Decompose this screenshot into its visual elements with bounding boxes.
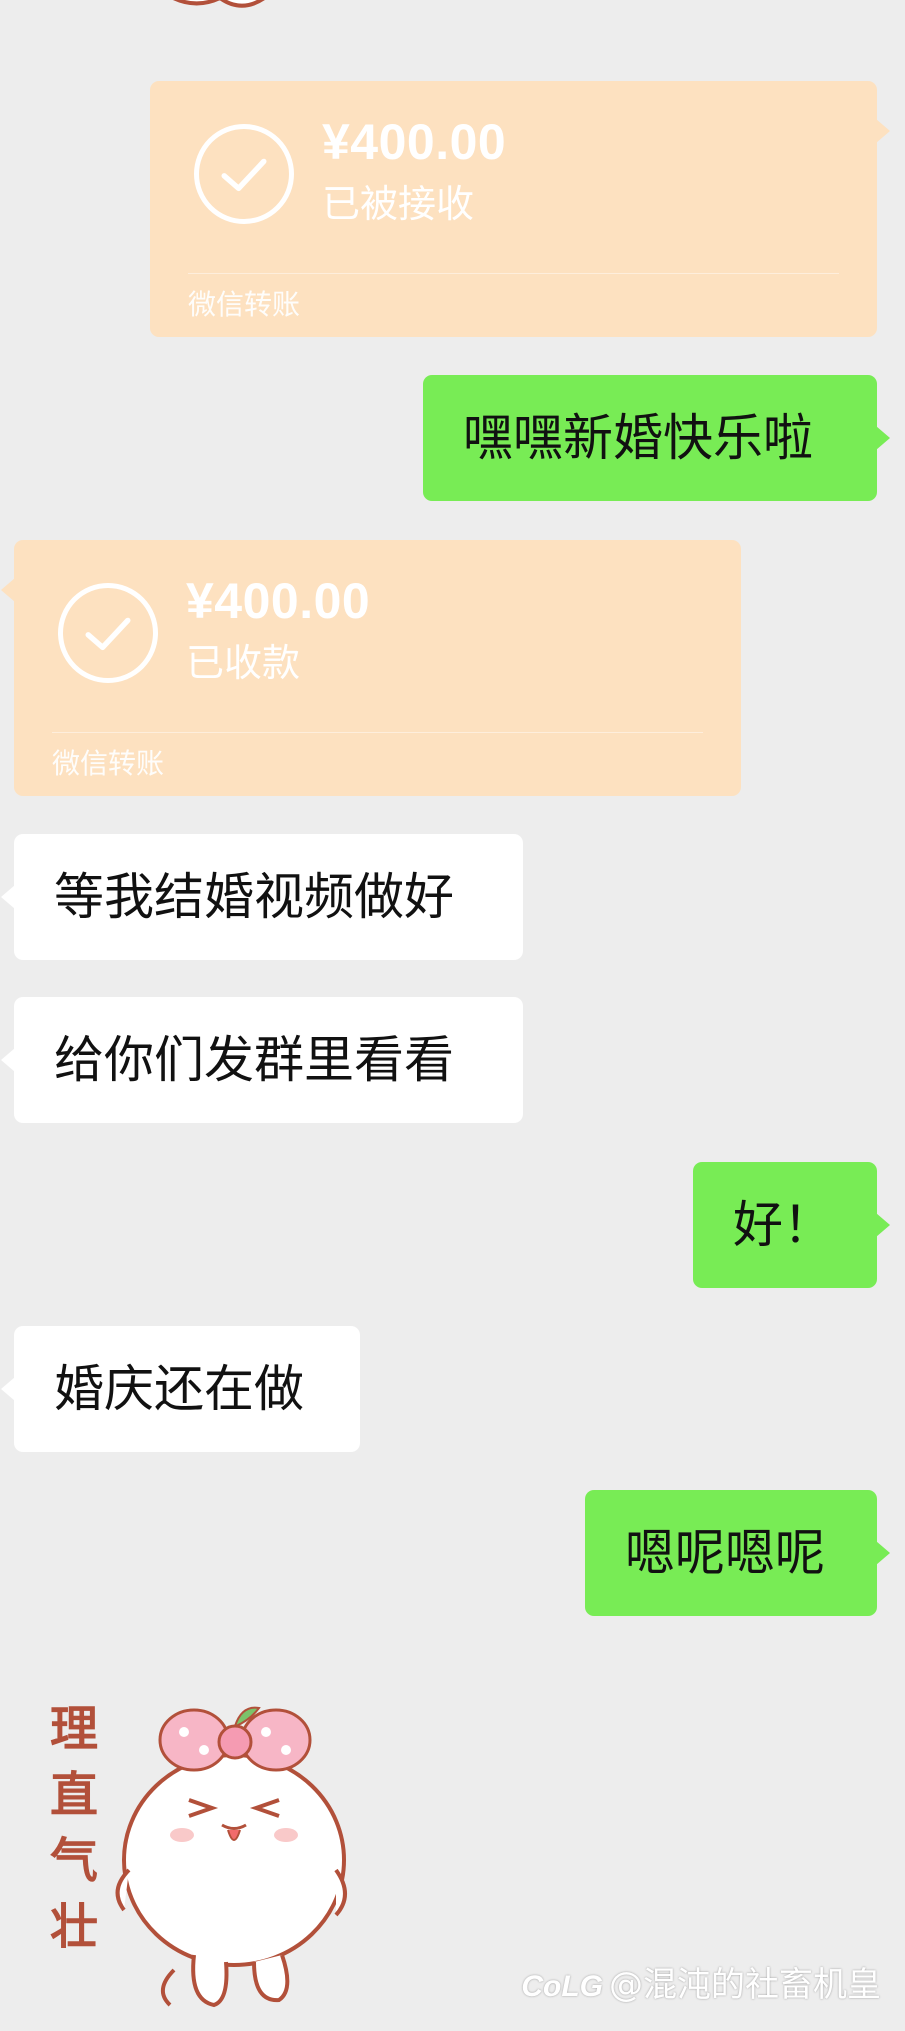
check-circle-icon	[58, 583, 158, 683]
check-circle-icon	[194, 124, 294, 224]
message-text: 婚庆还在做	[54, 1360, 304, 1418]
transfer-status: 已被接收	[322, 182, 475, 226]
watermark-logo: CoLG	[521, 1970, 603, 2003]
message-text: 嗯呢嗯呢	[625, 1524, 825, 1582]
bubble-tail	[1, 1048, 15, 1072]
message-text: 嘿嘿新婚快乐啦	[463, 409, 813, 467]
message-bubble-outgoing[interactable]: 嗯呢嗯呢	[585, 1490, 890, 1616]
transfer-status: 已收款	[186, 641, 301, 685]
transfer-footer-label: 微信转账	[188, 288, 301, 321]
previous-sticker-fragment	[150, 0, 280, 22]
message-bubble-incoming[interactable]: 等我结婚视频做好	[1, 834, 523, 960]
divider	[52, 732, 703, 733]
message-bubble-outgoing[interactable]: 嘿嘿新婚快乐啦	[423, 375, 890, 501]
bubble-tail	[876, 119, 890, 143]
transfer-amount: ¥400.00	[186, 573, 371, 629]
transfer-amount: ¥400.00	[322, 114, 507, 170]
bubble-tail	[1, 885, 15, 909]
transfer-footer-label: 微信转账	[52, 747, 165, 780]
bubble-tail	[1, 578, 15, 602]
sticker-caption: 理 直 气 壮	[49, 1701, 98, 1955]
bubble-tail	[876, 1213, 890, 1237]
message-bubble-outgoing[interactable]: 好！	[693, 1162, 890, 1288]
divider	[188, 273, 839, 274]
transfer-card-sent[interactable]: ¥400.00 已被接收 微信转账	[150, 81, 890, 337]
bubble-tail	[876, 1541, 890, 1565]
bubble-tail	[1, 1377, 15, 1401]
transfer-card-received[interactable]: ¥400.00 已收款 微信转账	[1, 540, 741, 796]
message-bubble-incoming[interactable]: 给你们发群里看看	[1, 997, 523, 1123]
watermark: CoLG @混沌的社畜机皇	[521, 1968, 881, 2002]
message-bubble-incoming[interactable]: 婚庆还在做	[1, 1326, 360, 1452]
bubble-tail	[876, 426, 890, 450]
message-text: 好！	[733, 1196, 833, 1254]
watermark-text: @混沌的社畜机皇	[609, 1965, 881, 2005]
message-text: 等我结婚视频做好	[54, 868, 454, 926]
message-text: 给你们发群里看看	[54, 1031, 454, 1089]
